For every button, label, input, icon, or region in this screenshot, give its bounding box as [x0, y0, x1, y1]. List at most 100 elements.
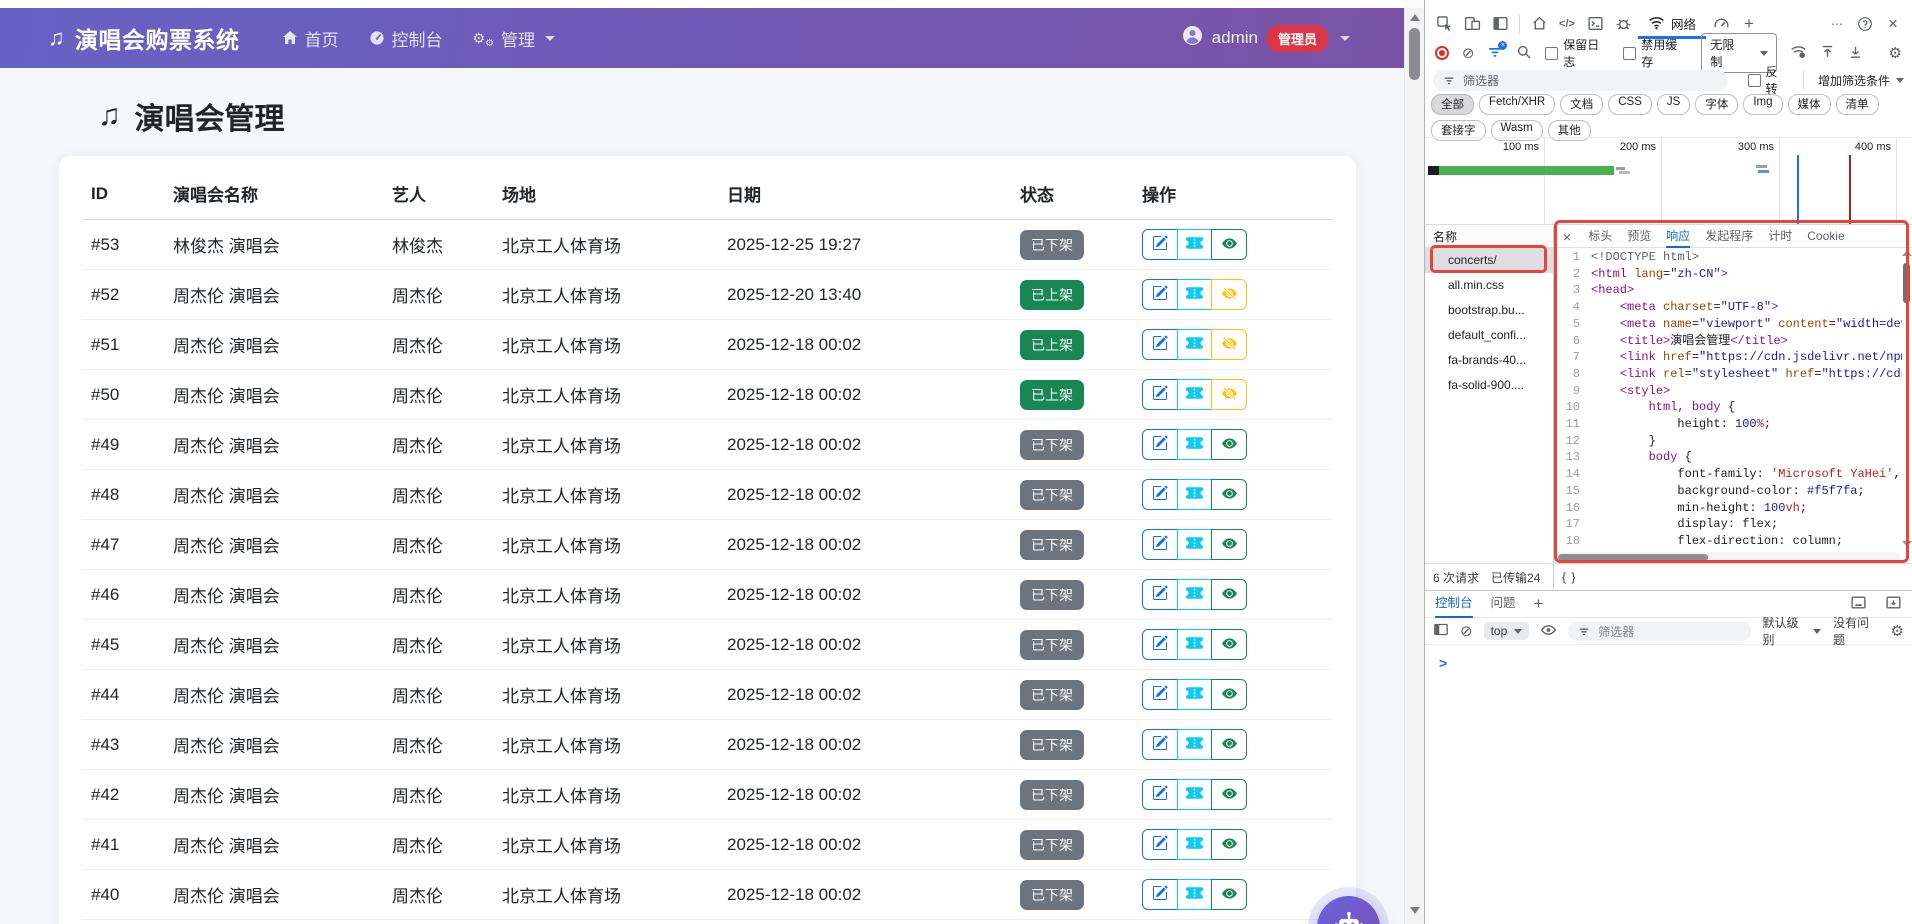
disable-cache-checkbox[interactable]: 禁用缓存 [1623, 36, 1688, 70]
navbar-item-首页[interactable]: 首页 [282, 26, 339, 51]
edit-button[interactable] [1142, 779, 1178, 810]
elements-tab-icon[interactable]: </> [1554, 11, 1580, 37]
unpublish-button[interactable] [1211, 279, 1247, 310]
publish-button[interactable] [1211, 229, 1247, 260]
response-code-viewer[interactable]: 1<!DOCTYPE html>2<html lang="zh-CN">3<he… [1555, 249, 1902, 550]
navbar-item-控制台[interactable]: 控制台 [369, 26, 443, 51]
edit-button[interactable] [1142, 629, 1178, 660]
ticket-button[interactable] [1177, 779, 1213, 810]
ticket-button[interactable] [1177, 429, 1213, 460]
export-har-icon[interactable] [1848, 44, 1863, 63]
ticket-button[interactable] [1177, 829, 1213, 860]
live-expression-eye-icon[interactable] [1540, 623, 1557, 640]
ticket-button[interactable] [1177, 629, 1213, 660]
dock-side-icon[interactable] [1487, 11, 1513, 37]
edit-button[interactable] [1142, 729, 1178, 760]
edit-button[interactable] [1142, 429, 1178, 460]
close-detail-icon[interactable]: × [1563, 229, 1571, 245]
filter-pill-Img[interactable]: Img [1743, 94, 1782, 115]
edit-button[interactable] [1142, 529, 1178, 560]
page-scrollbar[interactable] [1404, 8, 1424, 924]
clear-network-log-icon[interactable]: ⊘ [1462, 46, 1475, 61]
issues-count[interactable]: 没有问题 [1833, 614, 1878, 648]
console-sidebar-icon[interactable] [1433, 622, 1449, 640]
app-brand[interactable]: ♫ 演唱会购票系统 [48, 21, 240, 55]
publish-button[interactable] [1211, 629, 1247, 660]
navbar-item-管理[interactable]: ⚙⚙管理 [473, 26, 556, 51]
import-har-icon[interactable] [1820, 44, 1835, 63]
format-code-button[interactable]: { } [1562, 570, 1576, 584]
detail-tab-计时[interactable]: 计时 [1768, 226, 1792, 248]
edit-button[interactable] [1142, 579, 1178, 610]
ticket-button[interactable] [1177, 729, 1213, 760]
user-menu[interactable]: admin 管理员 [1182, 25, 1350, 52]
log-level-select[interactable]: 默认级别 [1762, 614, 1821, 648]
publish-button[interactable] [1211, 829, 1247, 860]
code-vertical-scrollbar[interactable] [1902, 250, 1912, 547]
search-icon[interactable] [1516, 44, 1532, 63]
filter-pill-Fetch/XHR[interactable]: Fetch/XHR [1479, 94, 1555, 115]
request-row[interactable]: concerts/ [1425, 248, 1553, 273]
expand-drawer-icon[interactable] [1885, 595, 1902, 613]
dock-drawer-icon[interactable] [1850, 595, 1867, 613]
name-column-header[interactable]: 名称 [1425, 226, 1553, 248]
detail-tab-响应[interactable]: 响应 [1666, 226, 1690, 248]
edit-button[interactable] [1142, 829, 1178, 860]
ticket-button[interactable] [1177, 329, 1213, 360]
close-devtools-icon[interactable]: × [1880, 11, 1906, 37]
request-row[interactable]: bootstrap.bu... [1425, 298, 1553, 323]
ticket-button[interactable] [1177, 279, 1213, 310]
console-prompt-chevron[interactable]: > [1425, 645, 1912, 671]
console-tab-问题[interactable]: 问题 [1491, 591, 1516, 618]
console-filter-input[interactable]: 筛选器 [1568, 621, 1751, 641]
ticket-button[interactable] [1177, 479, 1213, 510]
preserve-log-checkbox[interactable]: 保留日志 [1545, 36, 1610, 70]
edit-button[interactable] [1142, 329, 1178, 360]
request-row[interactable]: default_confi... [1425, 323, 1553, 348]
filter-pill-字体[interactable]: 字体 [1695, 94, 1738, 115]
inspect-element-icon[interactable] [1431, 11, 1457, 37]
more-filters-dropdown[interactable]: 增加筛选条件 [1818, 72, 1904, 89]
sources-bug-icon[interactable] [1610, 11, 1636, 37]
scrollbar-thumb[interactable] [1409, 28, 1420, 80]
request-row[interactable]: all.min.css [1425, 273, 1553, 298]
filter-toggle-icon[interactable]: × [1487, 45, 1503, 62]
scroll-down-arrow[interactable] [1410, 907, 1420, 914]
record-network-log-button[interactable] [1435, 46, 1449, 60]
request-row[interactable]: fa-solid-900.... [1425, 373, 1553, 398]
javascript-context-select[interactable]: top [1484, 622, 1530, 640]
filter-pill-CSS[interactable]: CSS [1608, 94, 1652, 115]
publish-button[interactable] [1211, 729, 1247, 760]
device-emulation-icon[interactable] [1459, 11, 1485, 37]
detail-tab-预览[interactable]: 预览 [1627, 226, 1651, 248]
clear-console-icon[interactable]: ⊘ [1460, 624, 1473, 639]
ticket-button[interactable] [1177, 379, 1213, 410]
edit-button[interactable] [1142, 879, 1178, 910]
network-filter-input[interactable]: 筛选器 [1433, 70, 1728, 91]
filter-pill-媒体[interactable]: 媒体 [1788, 94, 1831, 115]
detail-tab-发起程序[interactable]: 发起程序 [1705, 226, 1753, 248]
unpublish-button[interactable] [1211, 379, 1247, 410]
network-settings-gear-icon[interactable]: ⚙ [1889, 46, 1902, 61]
console-tab-icon[interactable] [1582, 11, 1608, 37]
publish-button[interactable] [1211, 529, 1247, 560]
console-settings-gear-icon[interactable]: ⚙ [1891, 624, 1904, 639]
publish-button[interactable] [1211, 579, 1247, 610]
publish-button[interactable] [1211, 479, 1247, 510]
code-horizontal-scrollbar[interactable] [1555, 552, 1900, 562]
detail-tab-Cookie[interactable]: Cookie [1807, 226, 1844, 248]
edit-button[interactable] [1142, 479, 1178, 510]
invert-filter-checkbox[interactable]: 反转 [1748, 63, 1789, 97]
ticket-button[interactable] [1177, 529, 1213, 560]
welcome-home-icon[interactable] [1526, 11, 1552, 37]
request-row[interactable]: fa-brands-40... [1425, 348, 1553, 373]
network-conditions-icon[interactable] [1790, 44, 1807, 62]
detail-tab-标头[interactable]: 标头 [1588, 226, 1612, 248]
ticket-button[interactable] [1177, 229, 1213, 260]
publish-button[interactable] [1211, 879, 1247, 910]
ticket-button[interactable] [1177, 879, 1213, 910]
filter-pill-清单[interactable]: 清单 [1836, 94, 1879, 115]
edit-button[interactable] [1142, 379, 1178, 410]
edit-button[interactable] [1142, 279, 1178, 310]
filter-pill-全部[interactable]: 全部 [1431, 94, 1474, 115]
